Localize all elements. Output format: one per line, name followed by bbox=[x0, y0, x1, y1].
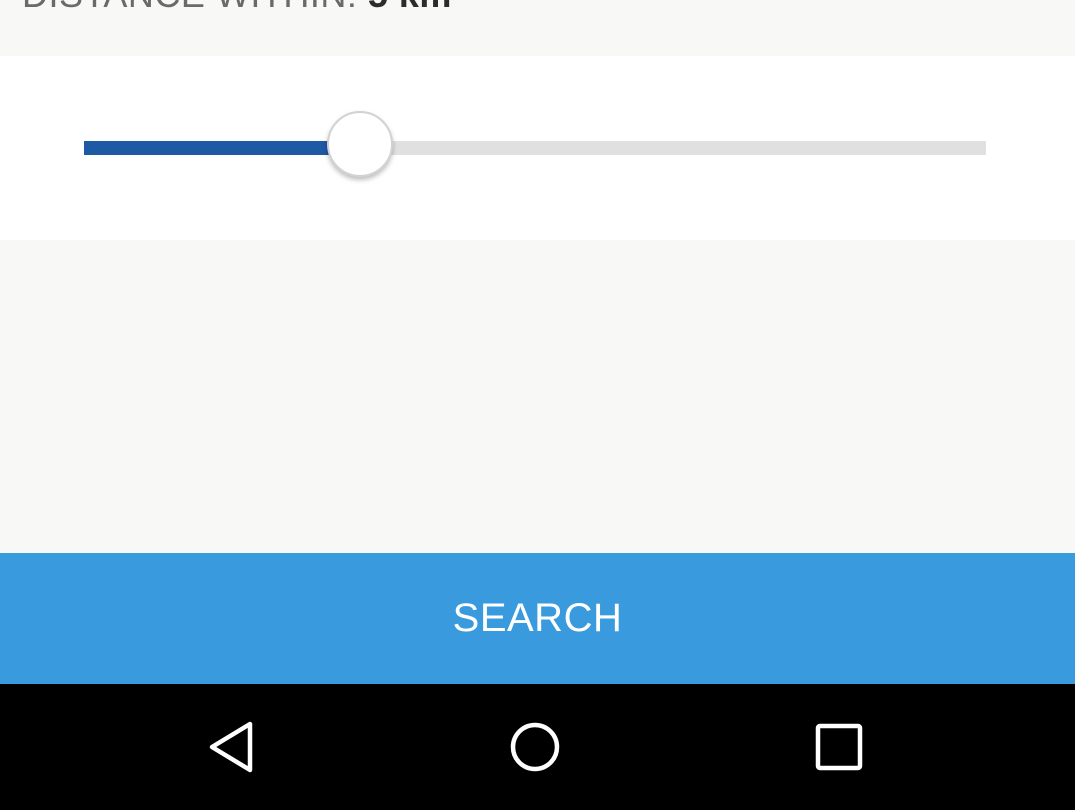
distance-header: DISTANCE WITHIN: 5 km bbox=[0, 0, 1075, 56]
distance-slider-track[interactable] bbox=[84, 141, 986, 155]
search-button[interactable]: SEARCH bbox=[0, 553, 1075, 684]
distance-slider-fill bbox=[84, 141, 360, 155]
home-icon bbox=[510, 722, 560, 772]
nav-back-button[interactable] bbox=[172, 684, 292, 810]
distance-slider-panel bbox=[0, 56, 1075, 240]
back-icon bbox=[209, 721, 253, 773]
nav-home-button[interactable] bbox=[475, 684, 595, 810]
distance-label: DISTANCE WITHIN: bbox=[22, 0, 368, 15]
nav-recents-button[interactable] bbox=[779, 684, 899, 810]
recents-icon bbox=[815, 723, 863, 771]
android-navigation-bar bbox=[0, 684, 1075, 810]
distance-text: DISTANCE WITHIN: 5 km bbox=[22, 0, 452, 13]
distance-value: 5 km bbox=[368, 0, 452, 15]
content-area bbox=[0, 240, 1075, 553]
distance-slider-thumb[interactable] bbox=[327, 111, 393, 177]
